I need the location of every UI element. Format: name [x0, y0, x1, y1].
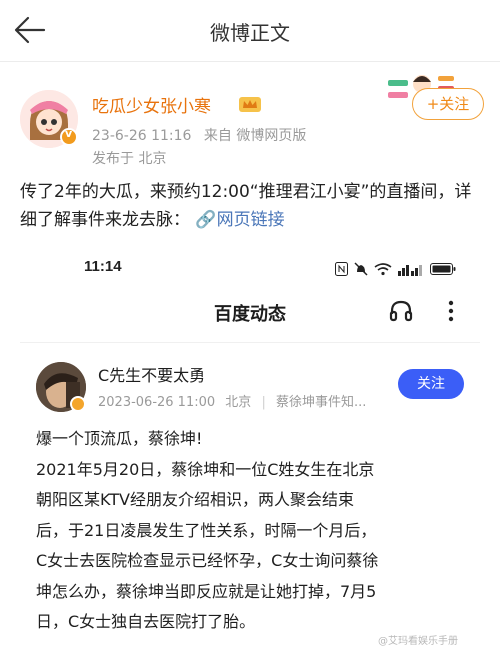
web-link-label: 网页链接 [216, 210, 285, 230]
post-location: 发布于 北京 [92, 151, 167, 167]
wifi-6-icon [374, 262, 392, 276]
top-bar: 微博正文 [0, 0, 500, 62]
web-link[interactable]: 🔗网页链接 [195, 210, 284, 230]
embedded-follow-button[interactable]: 关注 [398, 369, 464, 399]
link-icon: 🔗 [195, 210, 217, 230]
body-line: 2021年5月20日，蔡徐坤和一位C姓女生在北京 [36, 459, 375, 479]
crown-icon [238, 94, 262, 114]
status-time: 11:14 [84, 258, 122, 275]
divider [20, 342, 480, 343]
page-title: 微博正文 [210, 21, 290, 45]
embedded-post-meta: 2023-06-26 11:00 北京 | 蔡徐坤事件知... [98, 391, 372, 410]
body-line: 后，于21日凌晨发生了性关系，时隔一个月后， [36, 520, 377, 540]
more-options-icon[interactable] [446, 298, 456, 324]
signal-icon [398, 262, 424, 276]
body-line: 坤怎么办，蔡徐坤当即反应就是让她打掉，7月5 [36, 581, 377, 601]
embedded-post-body: 爆一个顶流瓜，蔡徐坤! 2021年5月20日，蔡徐坤和一位C姓女生在北京 朝阳区… [36, 424, 476, 638]
follow-button[interactable]: +关注 [412, 88, 484, 120]
watermark: @艾玛看娱乐手册 [378, 636, 458, 647]
mute-icon [354, 262, 368, 276]
body-line: 朝阳区某KTV经朋友介绍相识，两人聚会结束 [36, 490, 354, 509]
battery-icon [430, 262, 456, 276]
post-source: 来自 微博网页版 [203, 128, 307, 144]
author-name[interactable]: 吃瓜少女张小寒 [92, 92, 211, 117]
headphone-icon[interactable] [388, 298, 414, 324]
post-date: 23-6-26 11:16 [92, 128, 192, 144]
embedded-author-name[interactable]: C先生不要太勇 [98, 362, 205, 386]
post-meta: 23-6-26 11:16 来自 微博网页版 [92, 125, 314, 145]
verified-badge-icon [70, 396, 86, 412]
status-bar: 11:14 [84, 256, 456, 280]
nfc-icon [335, 262, 348, 276]
meta-separator: | [261, 395, 266, 410]
status-icons [335, 260, 456, 278]
body-line: C女士去医院检查显示已经怀孕，C女士询问蔡徐 [36, 551, 379, 570]
embedded-topic[interactable]: 蔡徐坤事件知... [276, 395, 366, 410]
post-content: 传了2年的大瓜，来预约12:00“推理君江小宴”的直播间，详细了解事件来龙去脉：… [20, 178, 480, 234]
embedded-title: 百度动态 [214, 304, 286, 325]
embedded-date: 2023-06-26 11:00 [98, 395, 216, 410]
body-line: 爆一个顶流瓜，蔡徐坤! [36, 429, 203, 448]
embedded-location: 北京 [225, 395, 252, 410]
verified-badge-icon [60, 127, 78, 146]
